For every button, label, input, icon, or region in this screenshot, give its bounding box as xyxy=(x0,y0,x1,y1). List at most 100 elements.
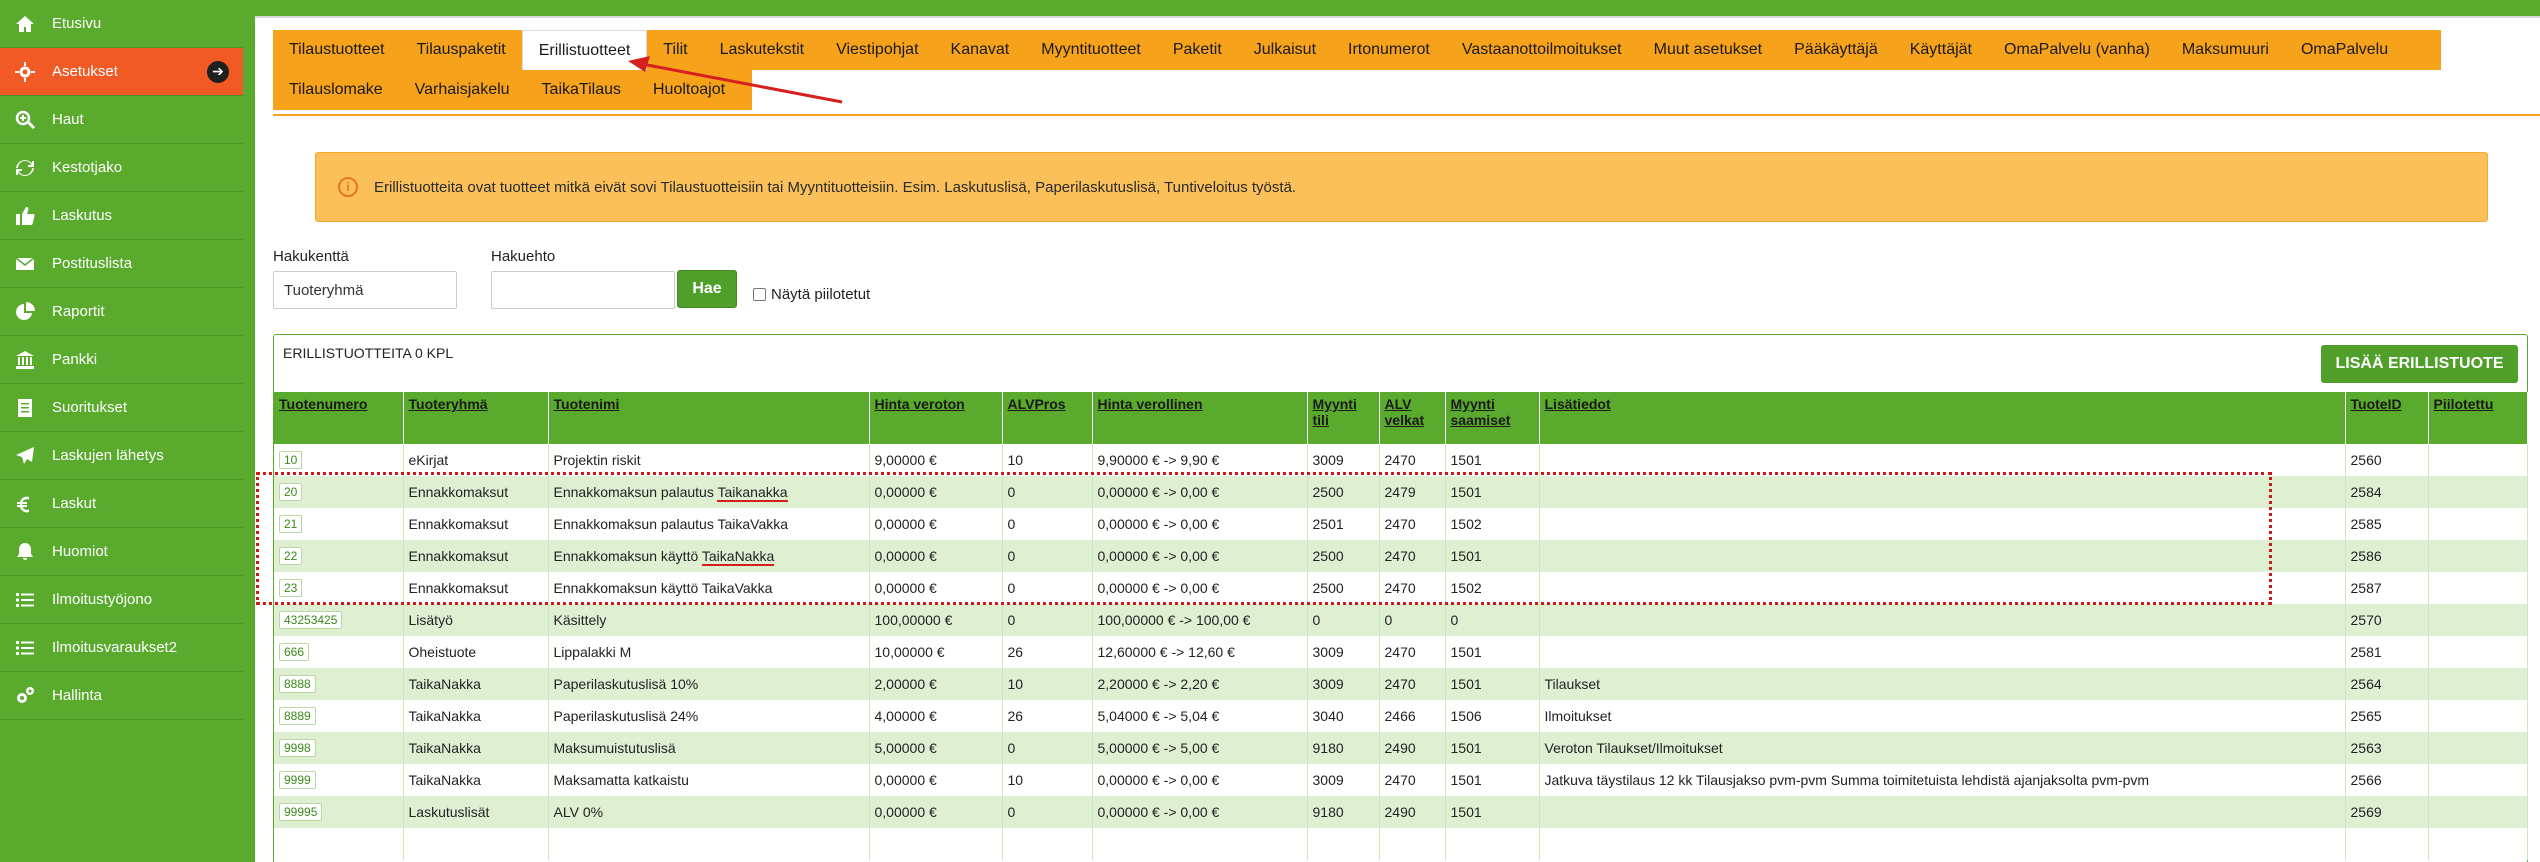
table-cell: Ennakkomaksut xyxy=(403,476,549,508)
table-cell xyxy=(1092,828,1308,860)
sidebar-item-pankki[interactable]: Pankki xyxy=(0,336,243,384)
tab-irtonumerot[interactable]: Irtonumerot xyxy=(1332,30,1446,70)
sidebar-item-etusivu[interactable]: Etusivu xyxy=(0,0,243,48)
table-row[interactable]: 99995 Laskutuslisät ALV 0% 0,00000 €0 0,0000… xyxy=(274,796,2528,828)
search-button[interactable]: Hae xyxy=(677,270,737,308)
tab-pääkäyttäjä[interactable]: Pääkäyttäjä xyxy=(1778,30,1894,70)
table-cell: 2470 xyxy=(1379,636,1446,668)
sidebar-item-kestotjako[interactable]: Kestotjako xyxy=(0,144,243,192)
column-header[interactable]: Piilotettu xyxy=(2428,392,2528,444)
table-row[interactable]: 43253425 Lisätyö Käsittely 100,00000 €0 100,… xyxy=(274,604,2528,636)
column-header[interactable]: Hinta verollinen xyxy=(1092,392,1308,444)
tab-taikatilaus[interactable]: TaikaTilaus xyxy=(526,70,637,110)
tab-erillistuotteet[interactable]: Erillistuotteet xyxy=(521,30,648,70)
product-number-link[interactable]: 8889 xyxy=(279,707,316,725)
table-cell: 0 xyxy=(1002,476,1093,508)
table-row[interactable]: 10 eKirjat Projektin riskit 9,00000 €10 9,90… xyxy=(274,444,2528,476)
product-number-link[interactable]: 99995 xyxy=(279,803,323,821)
product-number-link[interactable]: 8888 xyxy=(279,675,316,693)
table-cell: 100,00000 € xyxy=(869,604,1003,636)
column-header[interactable]: Tuotenumero xyxy=(274,392,404,444)
column-header[interactable]: ALV velkat xyxy=(1379,392,1446,444)
sidebar-item-raportit[interactable]: Raportit xyxy=(0,288,243,336)
add-product-button[interactable]: LISÄÄ ERILLISTUOTE xyxy=(2321,345,2518,383)
product-number-link[interactable]: 666 xyxy=(279,643,310,661)
table-row[interactable]: 8888 TaikaNakka Paperilaskutuslisä 10% 2,00… xyxy=(274,668,2528,700)
table-row[interactable]: 22 Ennakkomaksut Ennakkomaksun käyttö Taik… xyxy=(274,540,2528,572)
column-header[interactable]: ALVPros xyxy=(1002,392,1093,444)
product-number-link[interactable]: 43253425 xyxy=(279,611,343,629)
sidebar-item-laskutus[interactable]: Laskutus xyxy=(0,192,243,240)
sidebar-item-laskut[interactable]: Laskut xyxy=(0,480,243,528)
table-cell: TaikaNakka xyxy=(403,700,549,732)
tab-tilaustuotteet[interactable]: Tilaustuotteet xyxy=(273,30,400,70)
sidebar-item-hallinta[interactable]: Hallinta xyxy=(0,672,243,720)
table-row[interactable] xyxy=(274,828,2528,860)
table-cell xyxy=(2428,700,2528,732)
product-number-link[interactable]: 9999 xyxy=(279,771,316,789)
column-header[interactable]: Lisätiedot xyxy=(1539,392,2346,444)
tab-omapalvelu-vanha-[interactable]: OmaPalvelu (vanha) xyxy=(1988,30,2166,70)
column-header[interactable]: TuoteID xyxy=(2345,392,2429,444)
sidebar-item-ilmoitustyöjono[interactable]: Ilmoitustyöjono xyxy=(0,576,243,624)
column-header[interactable]: Tuoteryhmä xyxy=(403,392,549,444)
product-number-link[interactable]: 22 xyxy=(279,547,303,565)
tab-julkaisut[interactable]: Julkaisut xyxy=(1238,30,1332,70)
product-number-link[interactable]: 21 xyxy=(279,515,303,533)
show-hidden-checkbox[interactable] xyxy=(753,288,766,301)
tab-paketit[interactable]: Paketit xyxy=(1157,30,1238,70)
tab-vastaanottoilmoitukset[interactable]: Vastaanottoilmoitukset xyxy=(1446,30,1638,70)
column-header[interactable]: Myynti saamiset xyxy=(1445,392,1540,444)
sidebar-item-laskujen-lähetys[interactable]: Laskujen lähetys xyxy=(0,432,243,480)
sidebar-item-ilmoitusvaraukset2[interactable]: Ilmoitusvaraukset2 xyxy=(0,624,243,672)
sidebar-item-postituslista[interactable]: Postituslista xyxy=(0,240,243,288)
table-cell: 26 xyxy=(1002,700,1093,732)
table-row[interactable]: 20 Ennakkomaksut Ennakkomaksun palautus Ta… xyxy=(274,476,2528,508)
table-row[interactable]: 21 Ennakkomaksut Ennakkomaksun palautus Ta… xyxy=(274,508,2528,540)
tab-tilit[interactable]: Tilit xyxy=(647,30,703,70)
tab-kanavat[interactable]: Kanavat xyxy=(935,30,1026,70)
tab-laskutekstit[interactable]: Laskutekstit xyxy=(704,30,820,70)
column-header[interactable]: Myynti tili xyxy=(1307,392,1380,444)
tab-row-1: Tilaustuotteet Tilauspaketit Erillistuotte… xyxy=(273,30,2441,70)
table-row[interactable]: 666 Oheistuote Lippalakki M 10,00000 €26 12,… xyxy=(274,636,2528,668)
table-cell: 2501 xyxy=(1307,508,1380,540)
table-cell xyxy=(869,828,1003,860)
search-field-select[interactable] xyxy=(273,271,457,309)
table-cell xyxy=(2428,796,2528,828)
tab-muut-asetukset[interactable]: Muut asetukset xyxy=(1638,30,1779,70)
search-term-input[interactable] xyxy=(491,271,675,309)
tab-maksumuuri[interactable]: Maksumuuri xyxy=(2166,30,2285,70)
product-number-link[interactable]: 10 xyxy=(279,451,303,469)
table-cell: 3009 xyxy=(1307,444,1380,476)
table-cell: 9180 xyxy=(1307,732,1380,764)
sidebar-item-label: Laskut xyxy=(52,495,97,512)
sidebar-item-suoritukset[interactable]: Suoritukset xyxy=(0,384,243,432)
table-cell: 2581 xyxy=(2345,636,2429,668)
table-row[interactable]: 9999 TaikaNakka Maksamatta katkaistu 0,0000… xyxy=(274,764,2528,796)
column-header[interactable]: Hinta veroton xyxy=(869,392,1003,444)
product-number-link[interactable]: 9998 xyxy=(279,739,316,757)
table-cell xyxy=(2428,540,2528,572)
tab-omapalvelu[interactable]: OmaPalvelu xyxy=(2285,30,2404,70)
tab-viestipohjat[interactable]: Viestipohjat xyxy=(820,30,934,70)
table-row[interactable]: 23 Ennakkomaksut Ennakkomaksun käyttö Taik… xyxy=(274,572,2528,604)
column-header[interactable]: Tuotenimi xyxy=(548,392,870,444)
tab-tilauspaketit[interactable]: Tilauspaketit xyxy=(400,30,521,70)
table-row[interactable]: 9998 TaikaNakka Maksumuistutuslisä 5,00000 … xyxy=(274,732,2528,764)
tab-myyntituotteet[interactable]: Myyntituotteet xyxy=(1025,30,1157,70)
tab-varhaisjakelu[interactable]: Varhaisjakelu xyxy=(399,70,526,110)
tab-käyttäjät[interactable]: Käyttäjät xyxy=(1894,30,1988,70)
cogs-icon xyxy=(14,685,36,707)
table-row[interactable]: 8889 TaikaNakka Paperilaskutuslisä 24% 4,00… xyxy=(274,700,2528,732)
sidebar-item-asetukset[interactable]: Asetukset ➔ xyxy=(0,48,243,96)
table-cell: 2566 xyxy=(2345,764,2429,796)
product-number-link[interactable]: 20 xyxy=(279,483,303,501)
product-number-link[interactable]: 23 xyxy=(279,579,303,597)
tab-huoltoajot[interactable]: Huoltoajot xyxy=(637,70,741,110)
sidebar-item-huomiot[interactable]: Huomiot xyxy=(0,528,243,576)
sidebar-item-haut[interactable]: Haut xyxy=(0,96,243,144)
table-cell: 2470 xyxy=(1379,764,1446,796)
tab-tilauslomake[interactable]: Tilauslomake xyxy=(273,70,399,110)
show-hidden-toggle[interactable]: Näytä piilotetut xyxy=(753,286,870,303)
